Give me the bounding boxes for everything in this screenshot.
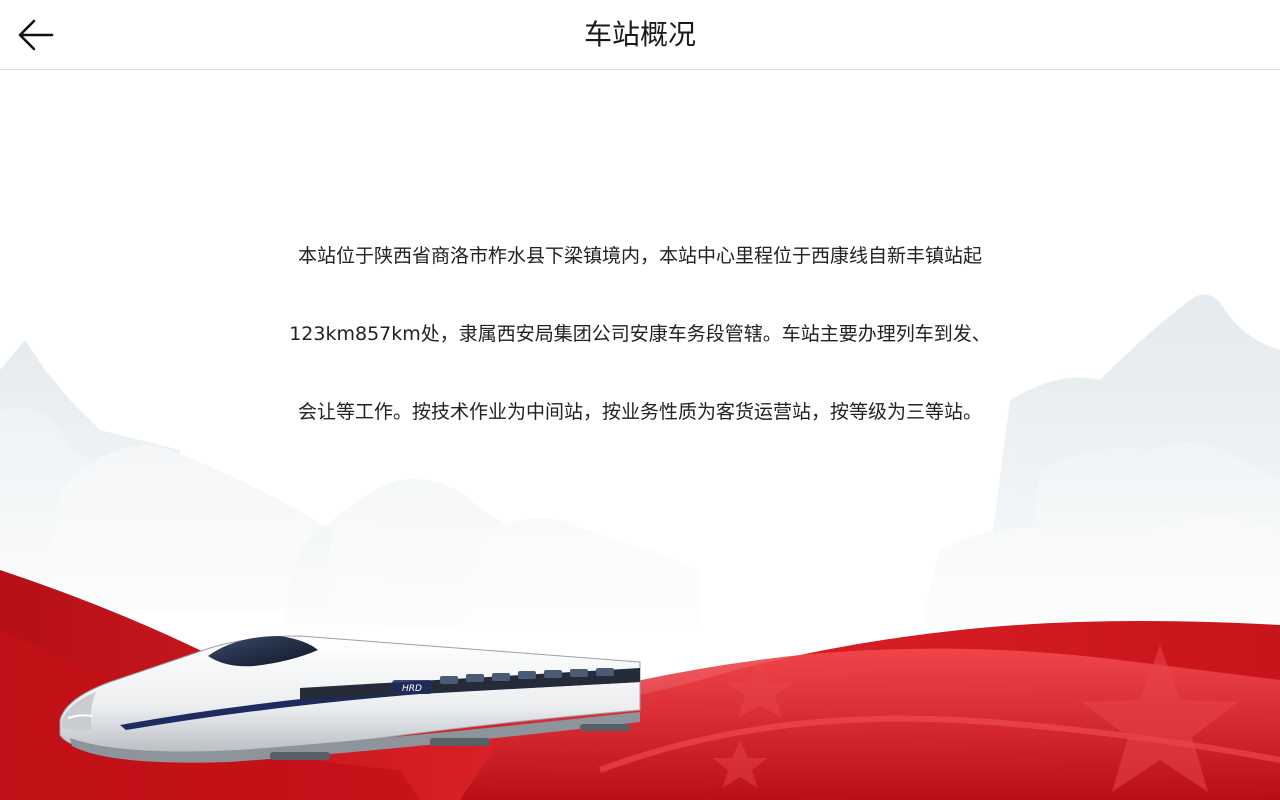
train-livery-logo: HRD: [392, 680, 432, 694]
back-button[interactable]: [10, 10, 62, 60]
page-title: 车站概况: [583, 18, 696, 51]
description-line-3: 会让等工作。按技术作业为中间站，按业务性质为客货运营站，按等级为三等站。: [297, 401, 982, 423]
station-description: 本站位于陕西省商洛市柞水县下梁镇境内，本站中心里程位于西康线自新丰镇站起 123…: [200, 217, 1080, 451]
arrow-left-icon: [18, 19, 54, 51]
description-line-2: 123km857km处，隶属西安局集团公司安康车务段管辖。车站主要办理列车到发、: [289, 323, 991, 345]
station-overview-screen: HRD 车站概况 本站位于陕西省商洛市柞水县下梁镇境内，本站中心里程位于西康线自…: [0, 0, 1280, 800]
top-bar: 车站概况: [0, 0, 1280, 70]
train-livery-text: HRD: [402, 684, 422, 694]
description-line-1: 本站位于陕西省商洛市柞水县下梁镇境内，本站中心里程位于西康线自新丰镇站起: [297, 245, 982, 267]
